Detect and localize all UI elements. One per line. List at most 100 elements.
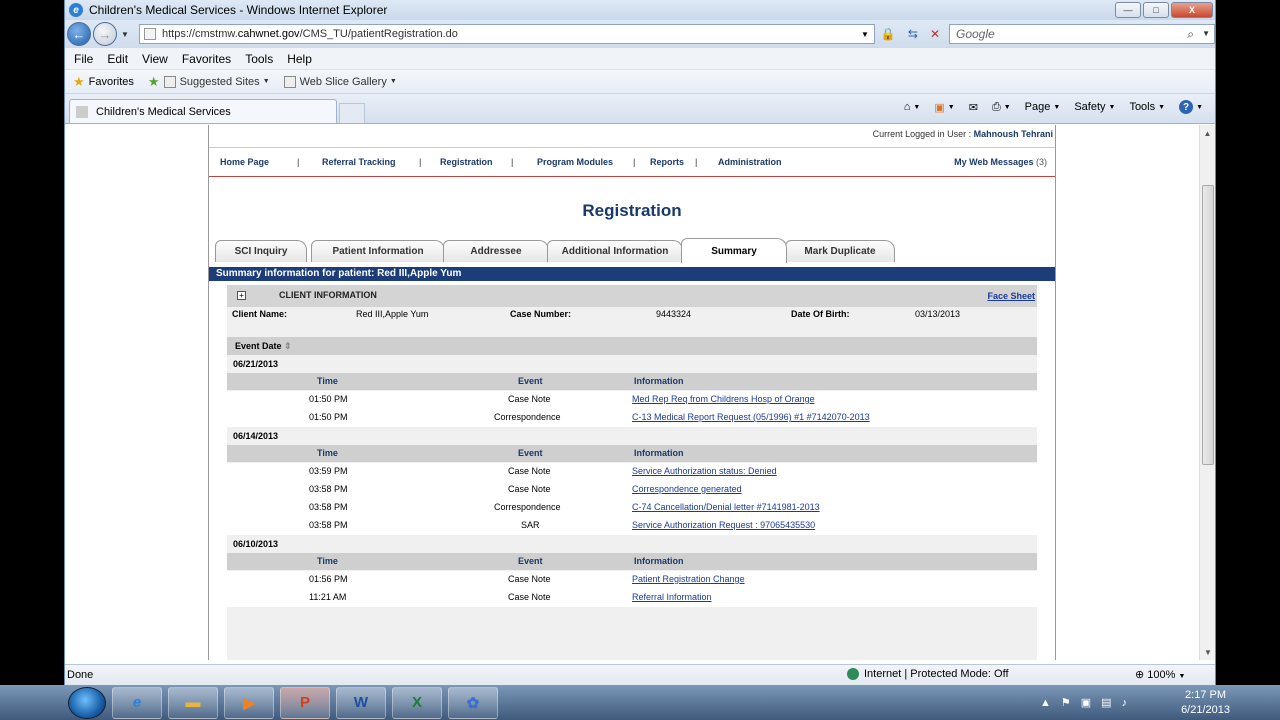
clock[interactable]: 2:17 PM 6/21/2013	[1181, 688, 1230, 718]
taskbar-excel-icon[interactable]: X	[392, 686, 442, 719]
lock-icon[interactable]: 🔒	[881, 27, 896, 41]
taskbar-word-icon[interactable]: W	[336, 686, 386, 719]
row-time: 03:58 PM	[309, 502, 348, 512]
row-info-link[interactable]: Service Authorization Request : 97065435…	[632, 520, 815, 530]
taskbar-media-icon[interactable]: ▶	[224, 686, 274, 719]
row-event: Case Note	[508, 484, 551, 494]
address-bar[interactable]: https://cmstmw.cahwnet.gov/CMS_TU/patien…	[139, 24, 875, 44]
address-url[interactable]: https://cmstmw.cahwnet.gov/CMS_TU/patien…	[162, 28, 458, 40]
address-dropdown-icon[interactable]: ▼	[861, 30, 869, 39]
home-icon[interactable]: ⌂ ▼	[904, 101, 921, 113]
scroll-down-icon[interactable]: ▼	[1200, 644, 1216, 660]
taskbar: e ▬ ▶ P W X ✿ ▲ ⚑ ▣ ▤ ♪ 2:17 PM 6/21/201…	[0, 685, 1280, 720]
safety-menu[interactable]: Safety ▼	[1074, 101, 1115, 113]
refresh-icon[interactable]: ⇆	[908, 27, 918, 41]
nav-administration[interactable]: Administration	[718, 157, 782, 167]
row-event: Case Note	[508, 466, 551, 476]
back-button[interactable]: ←	[67, 22, 91, 46]
recent-pages-dropdown-icon[interactable]: ▼	[121, 30, 129, 39]
volume-icon[interactable]: ♪	[1122, 697, 1128, 709]
logged-in-user: Current Logged in User : Mahnoush Tehran…	[872, 129, 1053, 139]
feeds-icon[interactable]: ▣ ▼	[934, 101, 954, 114]
status-bar: Done Internet | Protected Mode: Off ⊕ 10…	[65, 664, 1215, 685]
menu-bar: File Edit View Favorites Tools Help	[65, 48, 1215, 70]
search-input[interactable]: Google ⌕ ▼	[949, 24, 1215, 44]
taskbar-powerpoint-icon[interactable]: P	[280, 686, 330, 719]
menu-view[interactable]: View	[142, 52, 168, 66]
web-slice-gallery-button[interactable]: Web Slice Gallery ▼	[283, 75, 397, 88]
stop-icon[interactable]: ✕	[930, 27, 940, 41]
case-number-value: 9443324	[656, 309, 692, 319]
device-icon[interactable]: ▣	[1081, 696, 1091, 709]
web-messages-link[interactable]: My Web Messages (3)	[954, 157, 1047, 167]
table-row: 01:56 PM Case Note Patient Registration …	[227, 571, 1037, 589]
row-info-link[interactable]: Med Rep Req from Childrens Hosp of Orang…	[632, 394, 815, 404]
event-date-sort-header[interactable]: Event Date ⇕	[227, 337, 1037, 355]
suggested-sites-label: Suggested Sites	[179, 75, 260, 88]
mail-icon[interactable]: ✉	[969, 101, 978, 114]
zoom-icon: ⊕	[1135, 669, 1145, 681]
search-icon[interactable]: ⌕	[1187, 27, 1194, 42]
client-name-value: Red III,Apple Yum	[356, 309, 429, 319]
tab-patient-information[interactable]: Patient Information	[311, 240, 445, 262]
row-time: 03:59 PM	[309, 466, 348, 476]
action-center-icon[interactable]: ⚑	[1061, 696, 1071, 709]
clock-time: 2:17 PM	[1185, 689, 1227, 701]
search-dropdown-icon[interactable]: ▼	[1202, 29, 1210, 38]
nav-referral-tracking[interactable]: Referral Tracking	[322, 157, 396, 167]
forward-button[interactable]: →	[93, 22, 117, 46]
expand-icon[interactable]: +	[237, 291, 246, 300]
row-info-link[interactable]: Patient Registration Change	[632, 574, 745, 584]
tools-menu[interactable]: Tools ▼	[1129, 101, 1165, 113]
vertical-scrollbar[interactable]: ▲ ▼	[1199, 125, 1215, 660]
right-border	[1216, 0, 1280, 685]
scroll-thumb[interactable]	[1202, 185, 1214, 465]
menu-favorites[interactable]: Favorites	[182, 52, 231, 66]
tab-addressee[interactable]: Addressee	[443, 240, 549, 262]
start-button[interactable]	[68, 686, 106, 719]
event-table-header: Time Event Information	[227, 373, 1037, 390]
page-menu[interactable]: Page ▼	[1025, 101, 1061, 113]
table-row: 11:21 AM Case Note Referral Information	[227, 589, 1037, 607]
menu-edit[interactable]: Edit	[107, 52, 128, 66]
zoom-level[interactable]: ⊕ 100% ▼	[1135, 668, 1185, 681]
print-icon[interactable]: ⎙ ▼	[992, 101, 1011, 114]
taskbar-explorer-icon[interactable]: ▬	[168, 686, 218, 719]
menu-tools[interactable]: Tools	[245, 52, 273, 66]
row-info-link[interactable]: C-74 Cancellation/Denial letter #7141981…	[632, 502, 820, 512]
tab-additional-information[interactable]: Additional Information	[547, 240, 683, 262]
row-info-link[interactable]: Referral Information	[632, 592, 712, 602]
taskbar-app-icon[interactable]: ✿	[448, 686, 498, 719]
show-hidden-icons-icon[interactable]: ▲	[1040, 697, 1051, 709]
nav-registration[interactable]: Registration	[440, 157, 493, 167]
nav-separator: |	[633, 157, 636, 167]
tab-sci-inquiry[interactable]: SCI Inquiry	[215, 240, 307, 262]
minimize-button[interactable]: —	[1115, 2, 1141, 18]
face-sheet-link[interactable]: Face Sheet	[987, 291, 1035, 301]
nav-home[interactable]: Home Page	[220, 157, 269, 167]
security-zone[interactable]: Internet | Protected Mode: Off	[847, 668, 1009, 680]
menu-file[interactable]: File	[74, 52, 93, 66]
tab-mark-duplicate[interactable]: Mark Duplicate	[785, 240, 895, 262]
scroll-up-icon[interactable]: ▲	[1200, 125, 1215, 141]
nav-program-modules[interactable]: Program Modules	[537, 157, 613, 167]
help-button[interactable]: ? ▼	[1179, 100, 1203, 114]
new-tab-button[interactable]	[339, 103, 365, 123]
col-information: Information	[634, 556, 684, 566]
taskbar-ie-icon[interactable]: e	[112, 686, 162, 719]
nav-separator: |	[419, 157, 422, 167]
row-event: Case Note	[508, 574, 551, 584]
row-info-link[interactable]: C-13 Medical Report Request (05/1996) #1…	[632, 412, 870, 422]
close-button[interactable]: X	[1171, 2, 1213, 18]
menu-help[interactable]: Help	[287, 52, 312, 66]
page-content: Current Logged in User : Mahnoush Tehran…	[65, 125, 1200, 660]
favorites-button[interactable]: Favorites	[89, 76, 134, 88]
suggested-sites-button[interactable]: ★ Suggested Sites ▼	[148, 74, 270, 90]
maximize-button[interactable]: □	[1143, 2, 1169, 18]
tab-summary[interactable]: Summary	[681, 238, 787, 263]
row-info-link[interactable]: Correspondence generated	[632, 484, 742, 494]
nav-reports[interactable]: Reports	[650, 157, 684, 167]
row-info-link[interactable]: Service Authorization status: Denied	[632, 466, 777, 476]
browser-tab[interactable]: Children's Medical Services	[69, 99, 337, 123]
network-icon[interactable]: ▤	[1101, 696, 1111, 709]
